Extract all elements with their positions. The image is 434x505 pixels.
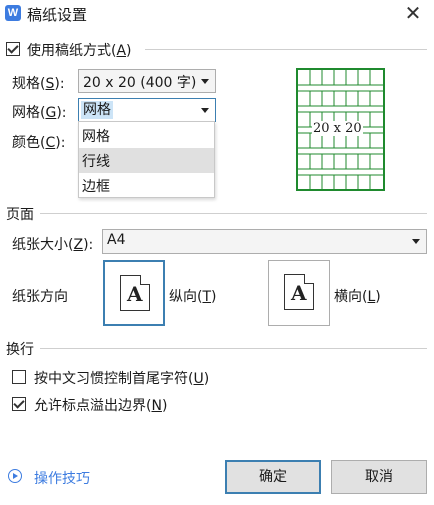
separator xyxy=(40,348,427,349)
landscape-button[interactable]: A xyxy=(268,260,330,326)
spec-select[interactable]: 20 x 20 (400 字) xyxy=(78,69,216,93)
chinese-line-break-check-box[interactable] xyxy=(12,370,26,384)
chinese-line-break-checkbox[interactable]: 按中文习惯控制首尾字符(U) xyxy=(12,368,232,387)
separator xyxy=(40,213,427,214)
play-circle-icon[interactable] xyxy=(8,469,22,483)
landscape-page-icon: A xyxy=(284,274,314,310)
tips-link[interactable]: 操作技巧 xyxy=(34,468,90,488)
chinese-line-break-label: 按中文习惯控制首尾字符(U) xyxy=(34,371,210,387)
window-title: 稿纸设置 xyxy=(27,6,88,24)
page-section-title: 页面 xyxy=(6,207,34,223)
title-bar: W 稿纸设置 ✕ xyxy=(0,0,434,28)
dropdown-option-lines[interactable]: 行线 xyxy=(79,148,214,173)
grid-dropdown-list: 网格 行线 边框 xyxy=(78,121,215,198)
chevron-down-icon xyxy=(201,79,209,84)
separator xyxy=(145,49,427,50)
color-label: 颜色(C): xyxy=(12,135,66,151)
paper-size-label: 纸张大小(Z): xyxy=(12,237,94,253)
wps-app-icon: W xyxy=(5,5,21,21)
chevron-down-icon xyxy=(201,108,209,113)
option-label: 边框 xyxy=(82,179,110,195)
paper-size-select[interactable]: A4 xyxy=(102,229,427,254)
ok-button[interactable]: 确定 xyxy=(225,460,321,494)
grid-select[interactable]: 网格 xyxy=(78,98,216,122)
close-icon[interactable]: ✕ xyxy=(402,2,424,24)
portrait-page-icon: A xyxy=(120,275,150,311)
paper-size-value: A4 xyxy=(107,232,126,248)
spec-value: 20 x 20 (400 字) xyxy=(83,75,197,91)
grid-value: 网格 xyxy=(81,101,113,119)
option-label: 行线 xyxy=(82,154,110,170)
dropdown-option-border[interactable]: 边框 xyxy=(79,173,214,198)
wrap-section-title: 换行 xyxy=(6,342,34,358)
grid-label: 网格(G): xyxy=(12,105,67,121)
chevron-down-icon xyxy=(412,239,420,244)
cancel-button[interactable]: 取消 xyxy=(331,460,427,494)
portrait-button[interactable]: A xyxy=(103,260,165,326)
preview-size-label: 20 x 20 xyxy=(312,121,363,136)
use-manuscript-label: 使用稿纸方式(A) xyxy=(27,43,132,59)
punctuation-overflow-check-box[interactable] xyxy=(12,397,26,411)
spec-label: 规格(S): xyxy=(12,76,65,92)
orientation-label: 纸张方向 xyxy=(12,289,68,305)
punctuation-overflow-checkbox[interactable]: 允许标点溢出边界(N) xyxy=(12,395,212,414)
use-manuscript-check-box[interactable] xyxy=(6,42,20,56)
landscape-label: 横向(L) xyxy=(334,289,381,305)
option-label: 网格 xyxy=(82,129,110,145)
portrait-label: 纵向(T) xyxy=(169,289,217,305)
dropdown-option-grid[interactable]: 网格 xyxy=(79,123,214,148)
punctuation-overflow-label: 允许标点溢出边界(N) xyxy=(34,398,168,414)
